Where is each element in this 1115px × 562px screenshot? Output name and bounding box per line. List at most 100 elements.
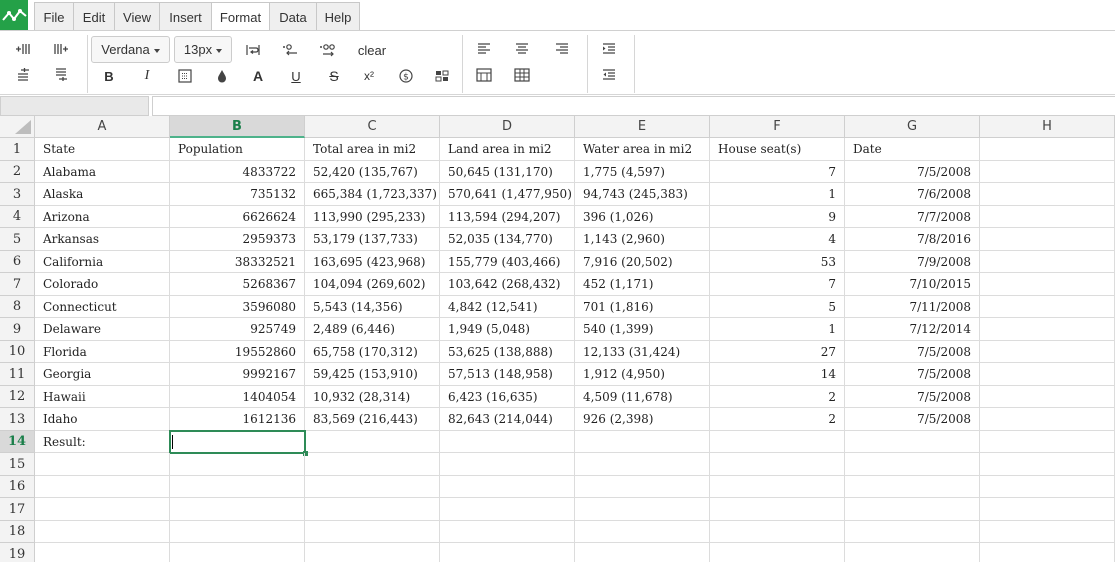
cell-H18[interactable] (980, 521, 1115, 543)
cell-C15[interactable] (305, 453, 440, 476)
increase-decimals-icon[interactable] (315, 39, 341, 61)
row-header[interactable]: 9 (0, 318, 35, 341)
cell-B7[interactable]: 5268367 (170, 273, 305, 296)
cell-F3[interactable]: 1 (710, 183, 845, 206)
cell-G11[interactable]: 7/5/2008 (845, 363, 980, 386)
column-header[interactable]: F (710, 116, 845, 138)
cell-H1[interactable] (980, 138, 1115, 161)
cell-B18[interactable] (170, 521, 305, 543)
row-header[interactable]: 16 (0, 476, 35, 498)
cell-C8[interactable]: 5,543 (14,356) (305, 296, 440, 318)
row-header[interactable]: 12 (0, 386, 35, 408)
cell-E5[interactable]: 1,143 (2,960) (575, 228, 710, 251)
cell-E8[interactable]: 701 (1,816) (575, 296, 710, 318)
cell-B12[interactable]: 1404054 (170, 386, 305, 408)
cell-C7[interactable]: 104,094 (269,602) (305, 273, 440, 296)
row-header[interactable]: 11 (0, 363, 35, 386)
cell-C1[interactable]: Total area in mi2 (305, 138, 440, 161)
select-all-corner[interactable] (0, 116, 35, 138)
italic-button[interactable]: I (136, 66, 158, 86)
cell-B19[interactable] (170, 543, 305, 562)
font-size-select[interactable]: 13px (174, 36, 232, 63)
cell-A7[interactable]: Colorado (35, 273, 170, 296)
cell-C5[interactable]: 53,179 (137,733) (305, 228, 440, 251)
cell-D14[interactable] (440, 431, 575, 453)
row-header[interactable]: 8 (0, 296, 35, 318)
row-header[interactable]: 1 (0, 138, 35, 161)
menu-help[interactable]: Help (316, 2, 360, 31)
fill-color-icon[interactable] (209, 65, 235, 87)
text-wrap-icon[interactable] (240, 39, 266, 61)
cell-A12[interactable]: Hawaii (35, 386, 170, 408)
cell-A11[interactable]: Georgia (35, 363, 170, 386)
cell-E2[interactable]: 1,775 (4,597) (575, 161, 710, 183)
column-header[interactable]: D (440, 116, 575, 138)
cell-D13[interactable]: 82,643 (214,044) (440, 408, 575, 431)
cell-A4[interactable]: Arizona (35, 206, 170, 228)
merge-cells-icon[interactable] (471, 64, 497, 86)
insert-row-below-icon[interactable] (48, 64, 74, 86)
cell-H15[interactable] (980, 453, 1115, 476)
cell-D9[interactable]: 1,949 (5,048) (440, 318, 575, 341)
cell-F16[interactable] (710, 476, 845, 498)
menu-insert[interactable]: Insert (159, 2, 212, 31)
cell-B3[interactable]: 735132 (170, 183, 305, 206)
cell-B13[interactable]: 1612136 (170, 408, 305, 431)
insert-row-above-icon[interactable] (10, 64, 36, 86)
cell-reference-box[interactable] (0, 96, 149, 116)
cell-G6[interactable]: 7/9/2008 (845, 251, 980, 273)
clear-button[interactable]: clear (352, 42, 392, 58)
cell-E7[interactable]: 452 (1,171) (575, 273, 710, 296)
row-header[interactable]: 3 (0, 183, 35, 206)
cell-A19[interactable] (35, 543, 170, 562)
cell-G17[interactable] (845, 498, 980, 521)
cell-F1[interactable]: House seat(s) (710, 138, 845, 161)
column-header[interactable]: B (170, 116, 305, 138)
cell-F8[interactable]: 5 (710, 296, 845, 318)
cell-F7[interactable]: 7 (710, 273, 845, 296)
cell-H12[interactable] (980, 386, 1115, 408)
cell-B5[interactable]: 2959373 (170, 228, 305, 251)
cell-D3[interactable]: 570,641 (1,477,950) (440, 183, 575, 206)
menu-view[interactable]: View (114, 2, 160, 31)
cell-A18[interactable] (35, 521, 170, 543)
cell-C18[interactable] (305, 521, 440, 543)
cell-G1[interactable]: Date (845, 138, 980, 161)
cell-C6[interactable]: 163,695 (423,968) (305, 251, 440, 273)
strikethrough-button[interactable]: S (323, 66, 345, 86)
cell-B10[interactable]: 19552860 (170, 341, 305, 363)
cell-G9[interactable]: 7/12/2014 (845, 318, 980, 341)
row-header[interactable]: 5 (0, 228, 35, 251)
cell-E19[interactable] (575, 543, 710, 562)
cell-H5[interactable] (980, 228, 1115, 251)
insert-column-left-icon[interactable] (10, 38, 36, 60)
cell-G19[interactable] (845, 543, 980, 562)
cell-F17[interactable] (710, 498, 845, 521)
cell-A6[interactable]: California (35, 251, 170, 273)
cell-B6[interactable]: 38332521 (170, 251, 305, 273)
app-logo[interactable] (0, 0, 28, 30)
cell-G15[interactable] (845, 453, 980, 476)
cell-F13[interactable]: 2 (710, 408, 845, 431)
cell-G2[interactable]: 7/5/2008 (845, 161, 980, 183)
font-color-button[interactable]: A (247, 66, 269, 86)
cell-B15[interactable] (170, 453, 305, 476)
cell-G3[interactable]: 7/6/2008 (845, 183, 980, 206)
cell-G13[interactable]: 7/5/2008 (845, 408, 980, 431)
cell-F19[interactable] (710, 543, 845, 562)
cell-A2[interactable]: Alabama (35, 161, 170, 183)
cell-A8[interactable]: Connecticut (35, 296, 170, 318)
cell-G8[interactable]: 7/11/2008 (845, 296, 980, 318)
column-header[interactable]: E (575, 116, 710, 138)
cell-H17[interactable] (980, 498, 1115, 521)
column-header[interactable]: G (845, 116, 980, 138)
row-header[interactable]: 6 (0, 251, 35, 273)
cell-G12[interactable]: 7/5/2008 (845, 386, 980, 408)
cell-D16[interactable] (440, 476, 575, 498)
cell-B4[interactable]: 6626624 (170, 206, 305, 228)
cell-D7[interactable]: 103,642 (268,432) (440, 273, 575, 296)
cell-G18[interactable] (845, 521, 980, 543)
cell-C13[interactable]: 83,569 (216,443) (305, 408, 440, 431)
cell-A15[interactable] (35, 453, 170, 476)
menu-edit[interactable]: Edit (73, 2, 115, 31)
